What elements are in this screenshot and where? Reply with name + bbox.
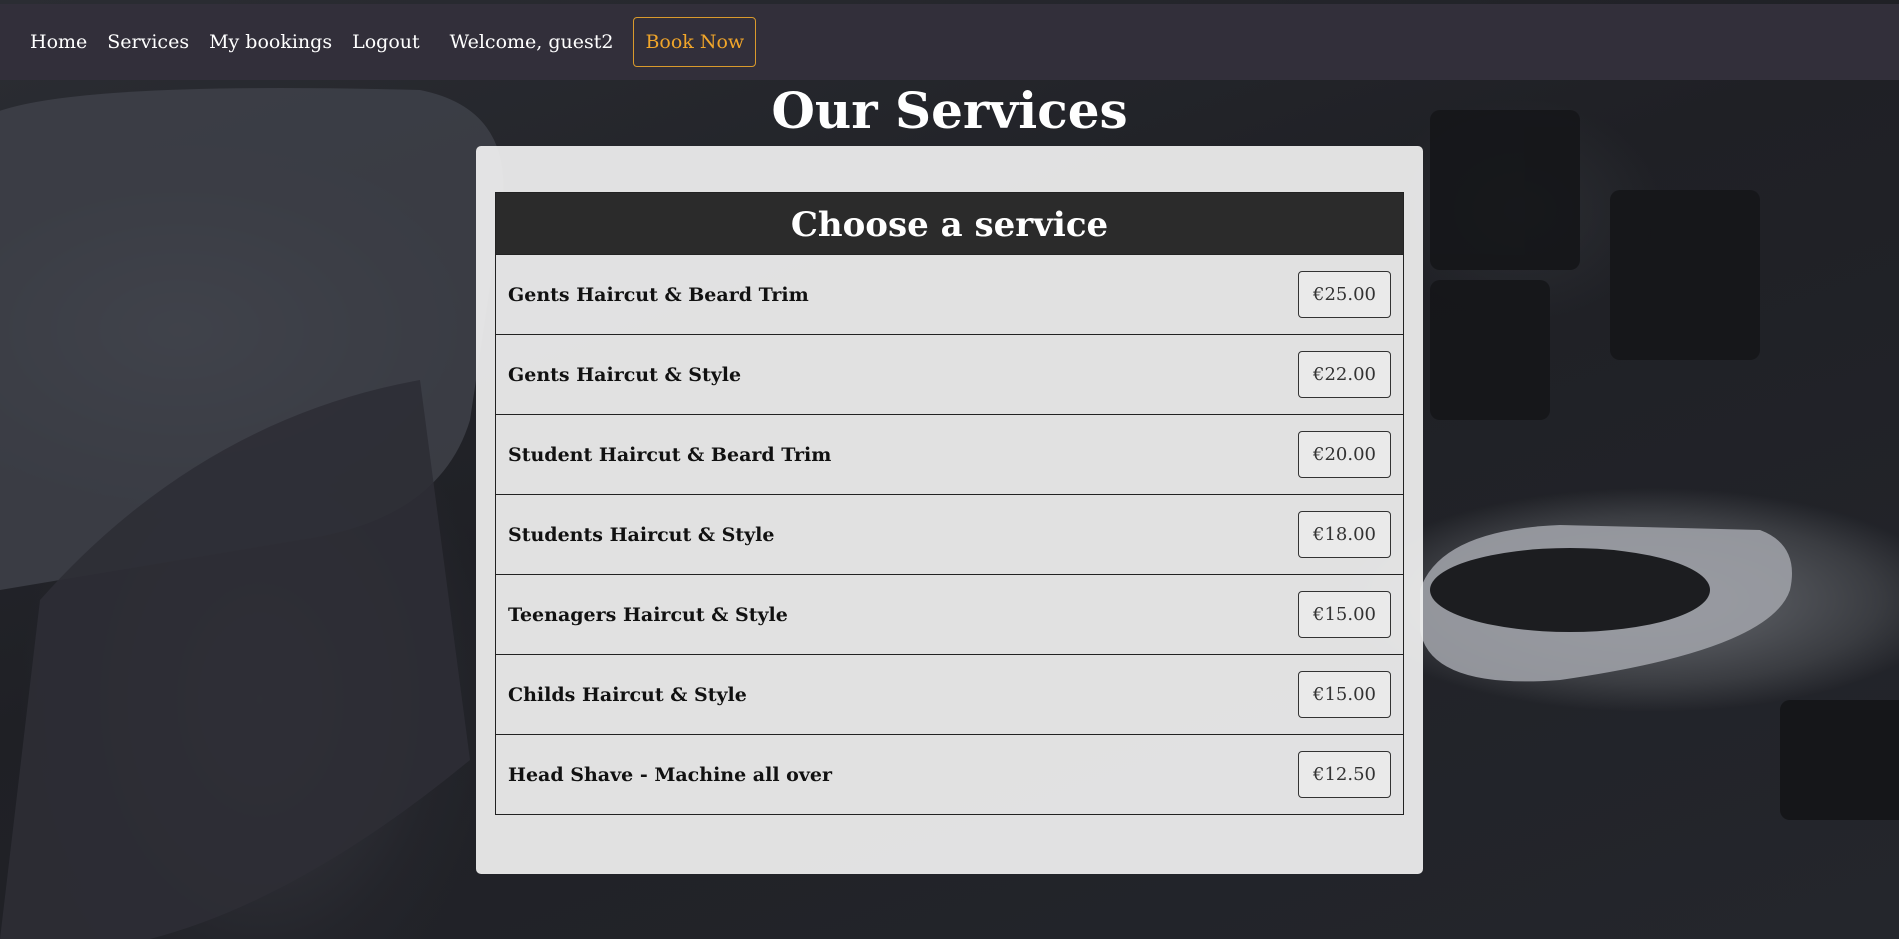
table-row[interactable]: Gents Haircut & Style €22.00	[496, 334, 1403, 414]
welcome-text: Welcome, guest2	[449, 31, 614, 53]
price-badge[interactable]: €12.50	[1298, 751, 1391, 798]
top-navbar: Home Services My bookings Logout Welcome…	[0, 4, 1899, 80]
service-name: Gents Haircut & Beard Trim	[508, 283, 809, 306]
table-row[interactable]: Student Haircut & Beard Trim €20.00	[496, 414, 1403, 494]
nav-my-bookings-link[interactable]: My bookings	[209, 31, 332, 53]
price-badge[interactable]: €15.00	[1298, 671, 1391, 718]
table-row[interactable]: Students Haircut & Style €18.00	[496, 494, 1403, 574]
service-name: Teenagers Haircut & Style	[508, 603, 788, 626]
page-title: Our Services	[771, 81, 1128, 140]
price-badge[interactable]: €15.00	[1298, 591, 1391, 638]
nav-logout-link[interactable]: Logout	[352, 31, 420, 53]
table-row[interactable]: Teenagers Haircut & Style €15.00	[496, 574, 1403, 654]
table-row[interactable]: Childs Haircut & Style €15.00	[496, 654, 1403, 734]
service-name: Childs Haircut & Style	[508, 683, 747, 706]
table-row[interactable]: Head Shave - Machine all over €12.50	[496, 734, 1403, 814]
price-badge[interactable]: €25.00	[1298, 271, 1391, 318]
table-header: Choose a service	[496, 193, 1403, 254]
service-name: Student Haircut & Beard Trim	[508, 443, 832, 466]
service-name: Gents Haircut & Style	[508, 363, 742, 386]
nav-services-link[interactable]: Services	[107, 31, 189, 53]
services-table: Choose a service Gents Haircut & Beard T…	[495, 192, 1404, 815]
price-badge[interactable]: €18.00	[1298, 511, 1391, 558]
service-name: Students Haircut & Style	[508, 523, 775, 546]
services-card: Choose a service Gents Haircut & Beard T…	[476, 146, 1423, 874]
price-badge[interactable]: €20.00	[1298, 431, 1391, 478]
price-badge[interactable]: €22.00	[1298, 351, 1391, 398]
nav-home-link[interactable]: Home	[30, 31, 87, 53]
table-row[interactable]: Gents Haircut & Beard Trim €25.00	[496, 254, 1403, 334]
book-now-button[interactable]: Book Now	[633, 17, 757, 67]
service-name: Head Shave - Machine all over	[508, 763, 832, 786]
